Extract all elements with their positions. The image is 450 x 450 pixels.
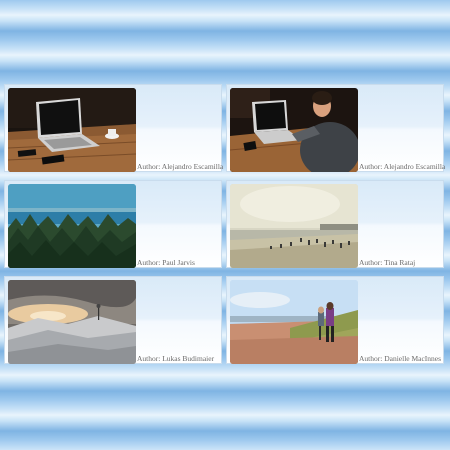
beach-crowd-photo[interactable] bbox=[230, 184, 358, 268]
author-label: Author: Tina Rataj bbox=[359, 258, 416, 267]
gallery-card[interactable]: Author: Paul Jarvis bbox=[4, 180, 222, 268]
author-label: Author: Danielle MacInnes bbox=[359, 354, 442, 363]
gallery-card[interactable]: Author: Alejandro Escamilla bbox=[4, 84, 224, 172]
gallery-card[interactable]: Author: Lukas Budimaier bbox=[4, 276, 222, 364]
page: { "gallery": { "items": [ {"author": "Au… bbox=[0, 0, 450, 450]
author-label: Author: Lukas Budimaier bbox=[137, 354, 215, 363]
gallery-card[interactable]: Author: Tina Rataj bbox=[226, 180, 444, 268]
gallery-card[interactable]: Author: Danielle MacInnes bbox=[226, 276, 444, 364]
gallery-card[interactable]: Author: Alejandro Escamilla bbox=[226, 84, 446, 172]
author-label: Author: Paul Jarvis bbox=[137, 258, 195, 267]
couple-on-beach-photo[interactable] bbox=[230, 280, 358, 364]
image-gallery: Author: Alejandro Escamilla Author: Alej… bbox=[4, 84, 446, 368]
person-typing-laptop-photo[interactable] bbox=[230, 88, 358, 172]
forest-lake-photo[interactable] bbox=[8, 184, 136, 268]
laptop-on-desk-photo[interactable] bbox=[8, 88, 136, 172]
author-label: Author: Alejandro Escamilla bbox=[137, 162, 224, 171]
snowy-sunset-photo[interactable] bbox=[8, 280, 136, 364]
author-label: Author: Alejandro Escamilla bbox=[359, 162, 446, 171]
